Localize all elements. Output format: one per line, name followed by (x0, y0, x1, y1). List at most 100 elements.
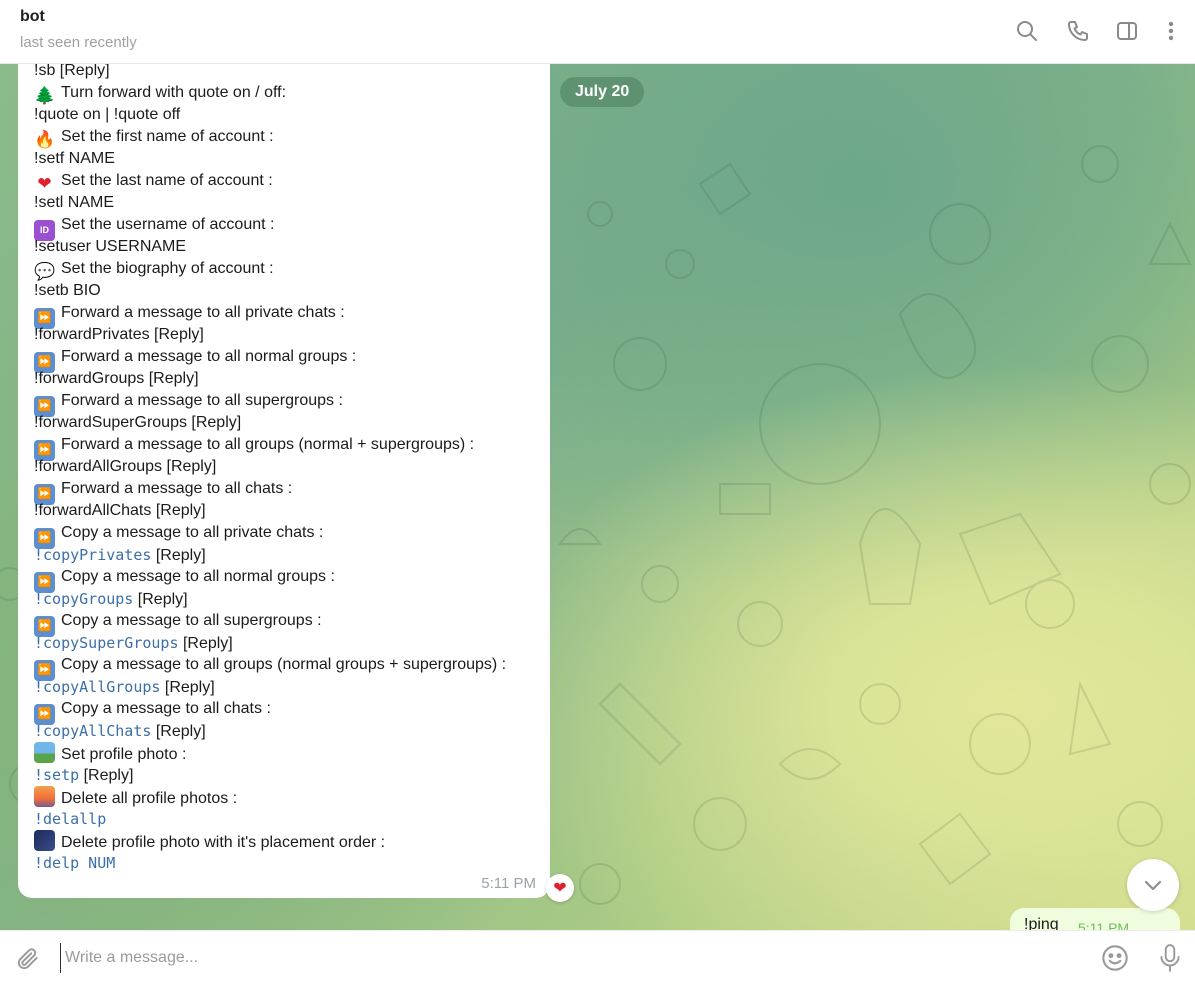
message-input[interactable] (60, 943, 1060, 973)
message-line: !copyPrivates [Reply] (34, 544, 538, 566)
line-text: !setb BIO (34, 282, 101, 299)
message-line: 🌲 Turn forward with quote on / off: (34, 82, 538, 105)
message-text: 📝To set the advertising banner :!sb [Rep… (34, 64, 538, 874)
sidebar-toggle-icon[interactable] (1114, 18, 1140, 44)
message-line: Delete profile photo with it's placement… (34, 830, 538, 852)
message-line: !sb [Reply] (34, 64, 538, 82)
message-line: !quote on | !quote off (34, 104, 538, 126)
line-text: Forward a message to all chats : (61, 480, 293, 497)
line-text: [Reply] (133, 591, 188, 608)
message-line: 🔥 Set the first name of account : (34, 126, 538, 149)
message-line: Set profile photo : (34, 742, 538, 764)
message-line: ⏩ Copy a message to all supergroups : (34, 610, 538, 637)
line-text: Set profile photo : (61, 746, 187, 763)
message-line: !setf NAME (34, 148, 538, 170)
line-text: Set the last name of account : (61, 172, 273, 189)
line-text: [Reply] (160, 679, 215, 696)
line-text: !forwardAllGroups [Reply] (34, 458, 217, 475)
message-line: !forwardGroups [Reply] (34, 368, 538, 390)
line-text: Copy a message to all supergroups : (61, 612, 322, 629)
message-line: 💬 Set the biography of account : (34, 258, 538, 281)
heart-on-fire-icon: ❤ (37, 174, 52, 193)
line-text: Forward a message to all normal groups : (61, 348, 357, 365)
command-code[interactable]: !delp NUM (34, 854, 115, 872)
line-text: [Reply] (178, 635, 233, 652)
line-text: Delete profile photo with it's placement… (61, 834, 386, 851)
chat-status: last seen recently (20, 34, 137, 51)
outgoing-message-text: !ping (1024, 916, 1059, 930)
line-text: Copy a message to all chats : (61, 700, 271, 717)
line-text: [Reply] (79, 767, 134, 784)
line-text: Delete all profile photos : (61, 790, 238, 807)
line-text: !forwardSuperGroups [Reply] (34, 414, 242, 431)
message-line: ⏩ Forward a message to all chats : (34, 478, 538, 505)
chat-area[interactable]: July 20 📝To set the advertising banner :… (0, 64, 1195, 930)
outgoing-message-time: 5:11 PM (1078, 920, 1130, 930)
line-text: !quote on | !quote off (34, 106, 181, 123)
chat-title[interactable]: bot (20, 8, 45, 26)
message-line: !setp [Reply] (34, 764, 538, 786)
message-line: !delp NUM (34, 852, 538, 874)
sunset-icon (34, 786, 55, 807)
line-text: Copy a message to all private chats : (61, 524, 324, 541)
phone-icon[interactable] (1065, 18, 1091, 44)
line-text: Forward a message to all private chats : (61, 304, 345, 321)
milky-way-icon (34, 830, 55, 851)
heart-icon: ❤ (553, 880, 567, 897)
message-line: ⏩ Forward a message to all groups (normal… (34, 434, 538, 461)
message-line: ❤ Set the last name of account : (34, 170, 538, 193)
message-line: Delete all profile photos : (34, 786, 538, 808)
command-code[interactable]: !delallp (34, 810, 106, 828)
message-line: !forwardPrivates [Reply] (34, 324, 538, 346)
message-line: !copyAllGroups [Reply] (34, 676, 538, 698)
line-text: !forwardPrivates [Reply] (34, 326, 204, 343)
composer (0, 930, 1195, 983)
command-code[interactable]: !setp (34, 766, 79, 784)
message-line: ⏩ Copy a message to all private chats : (34, 522, 538, 549)
command-code[interactable]: !copyAllChats (34, 722, 151, 740)
command-code[interactable]: !copySuperGroups (34, 634, 179, 652)
message-line: !forwardSuperGroups [Reply] (34, 412, 538, 434)
line-text: Set the biography of account : (61, 260, 274, 277)
message-line: !forwardAllGroups [Reply] (34, 456, 538, 478)
heart-reaction[interactable]: ❤ (546, 874, 574, 902)
line-text: Turn forward with quote on / off: (61, 84, 287, 101)
line-text: !setf NAME (34, 150, 115, 167)
message-line: !setb BIO (34, 280, 538, 302)
speech-balloon-icon: 💬 (34, 262, 56, 281)
message-line: ⏩ Forward a message to all private chats … (34, 302, 538, 329)
emoji-icon[interactable] (1101, 944, 1129, 972)
command-code[interactable]: !copyAllGroups (34, 678, 160, 696)
outgoing-message-bubble[interactable]: !ping 5:11 PM (1010, 908, 1180, 930)
tree-icon: 🌲 (34, 86, 56, 105)
line-text: [Reply] (151, 547, 206, 564)
message-line: ⏩ Copy a message to all normal groups : (34, 566, 538, 593)
line-text: Set the username of account : (61, 216, 275, 233)
more-vertical-icon[interactable] (1158, 18, 1184, 44)
line-text: Copy a message to all groups (normal gro… (61, 656, 507, 673)
message-line: !copySuperGroups [Reply] (34, 632, 538, 654)
microphone-icon[interactable] (1157, 943, 1183, 973)
search-icon[interactable] (1014, 18, 1040, 44)
fire-icon: 🔥 (34, 130, 56, 149)
message-line: !setl NAME (34, 192, 538, 214)
line-text: Copy a message to all normal groups : (61, 568, 335, 585)
picture-icon (34, 742, 55, 763)
line-text: [Reply] (151, 723, 206, 740)
date-pill: July 20 (560, 77, 645, 107)
scroll-to-bottom-button[interactable] (1127, 859, 1179, 911)
line-text: !forwardAllChats [Reply] (34, 502, 206, 519)
message-line: ⏩ Forward a message to all normal groups … (34, 346, 538, 373)
command-code[interactable]: !copyPrivates (34, 546, 151, 564)
message-line: !copyAllChats [Reply] (34, 720, 538, 742)
message-line: !forwardAllChats [Reply] (34, 500, 538, 522)
line-text: !sb [Reply] (34, 64, 110, 79)
command-code[interactable]: !copyGroups (34, 590, 133, 608)
line-text: !setl NAME (34, 194, 115, 211)
message-line: ID Set the username of account : (34, 214, 538, 241)
chat-header: bot last seen recently (0, 0, 1195, 64)
chevron-down-icon (1144, 880, 1162, 891)
incoming-message-bubble[interactable]: 📝To set the advertising banner :!sb [Rep… (18, 64, 550, 898)
message-time: 5:11 PM (481, 875, 536, 892)
paperclip-icon[interactable] (15, 946, 41, 972)
